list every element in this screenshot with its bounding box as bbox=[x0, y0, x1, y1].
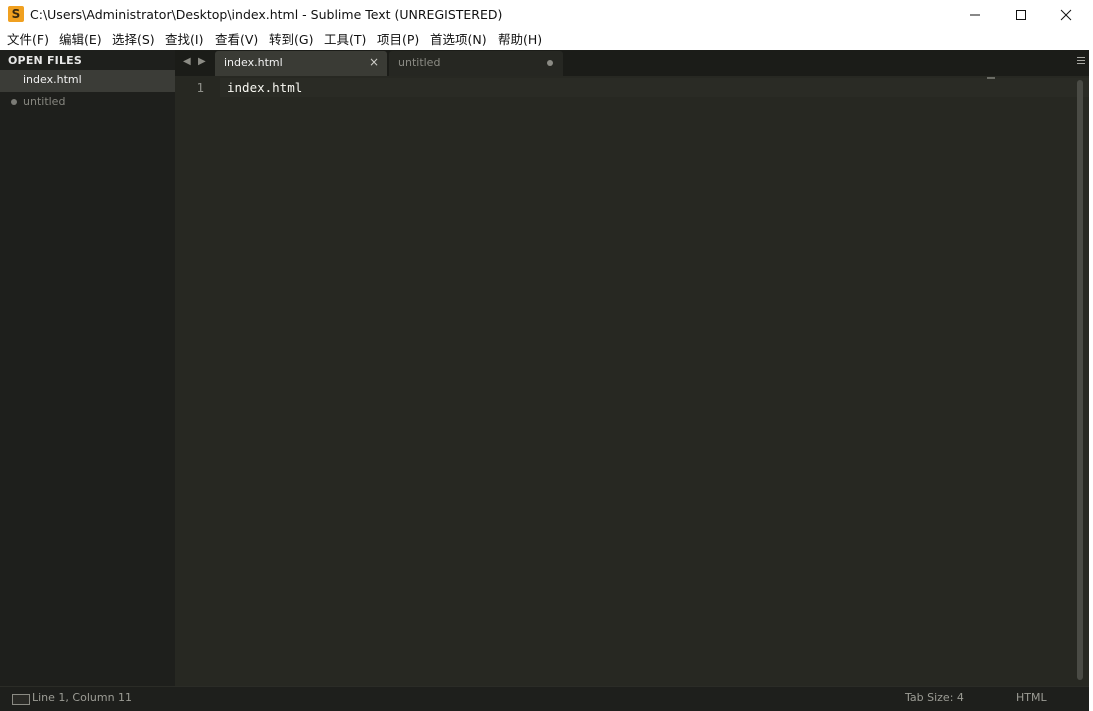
current-line-highlight bbox=[220, 78, 1089, 97]
close-button[interactable] bbox=[1043, 0, 1089, 30]
cursor-position: Line 1, Column 11 bbox=[32, 691, 133, 704]
editor[interactable]: 1 index.html bbox=[175, 76, 1089, 686]
sidebar-file-index[interactable]: index.html bbox=[0, 70, 175, 92]
tab-label: untitled bbox=[398, 56, 441, 69]
tab-label: index.html bbox=[224, 56, 283, 69]
tab-navigation: ◀ ▶ bbox=[175, 50, 213, 76]
gutter: 1 bbox=[175, 78, 220, 97]
menu-edit[interactable]: 编辑(E) bbox=[59, 32, 102, 48]
menu-tools[interactable]: 工具(T) bbox=[324, 32, 366, 48]
close-icon bbox=[1060, 9, 1072, 21]
menu-selection[interactable]: 选择(S) bbox=[112, 32, 155, 48]
title-bar[interactable]: S C:\Users\Administrator\Desktop\index.h… bbox=[0, 0, 1093, 30]
maximize-button[interactable] bbox=[998, 0, 1044, 30]
app-icon-letter: S bbox=[11, 7, 21, 21]
menu-bar: 文件(F) 编辑(E) 选择(S) 查找(I) 查看(V) 转到(G) 工具(T… bbox=[0, 30, 1093, 50]
vertical-scrollbar[interactable] bbox=[1077, 80, 1083, 680]
tab-prev-icon[interactable]: ◀ bbox=[183, 56, 191, 68]
window-title: C:\Users\Administrator\Desktop\index.htm… bbox=[30, 7, 503, 22]
modified-dot-icon bbox=[11, 99, 17, 105]
minimize-button[interactable] bbox=[952, 0, 998, 30]
menu-view[interactable]: 查看(V) bbox=[215, 32, 258, 48]
menu-project[interactable]: 项目(P) bbox=[377, 32, 419, 48]
menu-goto[interactable]: 转到(G) bbox=[269, 32, 313, 48]
sidebar-file-label: index.html bbox=[23, 73, 82, 86]
maximize-icon bbox=[1016, 10, 1026, 20]
sublime-text-icon: S bbox=[8, 6, 24, 22]
menu-preferences[interactable]: 首选项(N) bbox=[430, 32, 487, 48]
minimap[interactable] bbox=[987, 77, 995, 79]
menu-file[interactable]: 文件(F) bbox=[7, 32, 49, 48]
console-icon[interactable] bbox=[12, 694, 30, 705]
modified-dot-icon bbox=[547, 60, 553, 66]
sidebar: OPEN FILES index.html untitled bbox=[0, 50, 175, 686]
tab-size-indicator[interactable]: Tab Size: 4 bbox=[905, 691, 964, 704]
tab-next-icon[interactable]: ▶ bbox=[198, 56, 206, 68]
sidebar-file-untitled[interactable]: untitled bbox=[0, 92, 175, 112]
code-line[interactable]: index.html bbox=[227, 80, 302, 95]
hamburger-icon[interactable] bbox=[1077, 57, 1085, 65]
tab-index-html[interactable]: index.html × bbox=[215, 51, 387, 76]
sidebar-file-label: untitled bbox=[23, 95, 66, 108]
tab-untitled[interactable]: untitled bbox=[389, 51, 563, 76]
menu-find[interactable]: 查找(I) bbox=[165, 32, 203, 48]
tab-close-icon[interactable]: × bbox=[369, 55, 379, 69]
tab-bar: ◀ ▶ index.html × untitled bbox=[175, 50, 1093, 76]
line-number: 1 bbox=[196, 80, 204, 95]
minimize-icon bbox=[970, 14, 980, 16]
sidebar-header: OPEN FILES bbox=[8, 54, 83, 67]
syntax-indicator[interactable]: HTML bbox=[1016, 691, 1047, 704]
menu-help[interactable]: 帮助(H) bbox=[498, 32, 542, 48]
window-edge bbox=[1089, 50, 1093, 710]
status-bar: Line 1, Column 11 Tab Size: 4 HTML bbox=[0, 686, 1089, 711]
